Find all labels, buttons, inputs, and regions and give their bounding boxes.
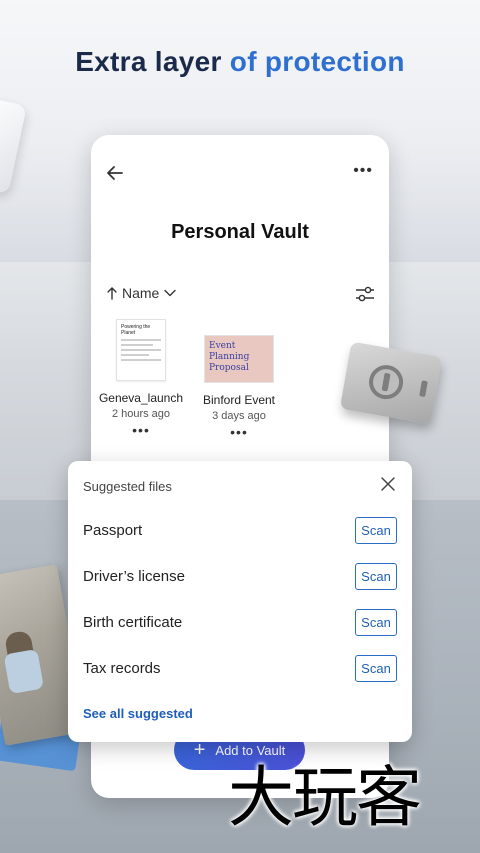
thumbnail-line	[121, 359, 161, 361]
sort-control[interactable]: Name	[107, 285, 177, 301]
plus-icon: +	[193, 739, 206, 761]
suggested-row-passport: Passport Scan	[83, 516, 397, 544]
safe-dial-bar	[381, 372, 391, 392]
scan-button[interactable]: Scan	[355, 654, 397, 682]
file-item[interactable]: Powering the Planet Geneva_launch 2 hour…	[91, 319, 191, 438]
headline: Extra layer of protection	[0, 46, 480, 78]
thumbnail-line	[121, 349, 161, 351]
page-title: Personal Vault	[171, 221, 309, 243]
headline-part2: of protection	[229, 46, 405, 77]
sort-label: Name	[122, 285, 160, 301]
file-time: 3 days ago	[212, 410, 266, 422]
filter-icon[interactable]	[355, 285, 375, 303]
thumbnail-line	[121, 354, 149, 356]
back-arrow-icon[interactable]	[105, 163, 125, 183]
panel-title: Suggested files	[83, 479, 172, 494]
thumbnail-line	[121, 339, 161, 341]
watermark: 大玩客	[228, 759, 422, 836]
safe-dial	[366, 362, 406, 402]
photo-shirt	[3, 648, 44, 695]
file-time: 2 hours ago	[111, 408, 171, 420]
suggested-label: Driver’s license	[83, 567, 185, 585]
scan-button[interactable]: Scan	[355, 516, 397, 544]
suggested-row-tax-records: Tax records Scan	[83, 654, 397, 682]
close-icon[interactable]	[380, 476, 396, 492]
file-more-icon[interactable]: •••	[91, 422, 191, 438]
document-thumbnail: Powering the Planet	[116, 319, 166, 381]
add-to-vault-label: Add to Vault	[215, 742, 286, 758]
sort-arrow-icon	[107, 287, 117, 300]
suggested-label: Tax records	[83, 659, 161, 677]
suggested-row-drivers-license: Driver’s license Scan	[83, 562, 397, 590]
suggested-label: Passport	[83, 521, 143, 539]
file-name: Binford Event	[202, 393, 276, 407]
thumbnail-title: Powering the Planet	[121, 324, 151, 336]
thumbnail-line	[121, 344, 153, 346]
scan-button[interactable]: Scan	[355, 562, 397, 590]
safe-handle	[419, 380, 428, 398]
more-options-icon[interactable]: •••	[353, 163, 373, 179]
scan-button[interactable]: Scan	[355, 608, 397, 636]
image-thumbnail: Event Planning Proposal	[204, 335, 274, 383]
file-more-icon[interactable]: •••	[189, 424, 289, 440]
file-item[interactable]: Event Planning Proposal Binford Event 3 …	[189, 319, 289, 440]
suggested-label: Birth certificate	[83, 613, 183, 631]
decorative-cube	[0, 95, 27, 195]
thumbnail-title: Event Planning Proposal	[209, 341, 250, 373]
headline-part1: Extra layer	[75, 46, 222, 77]
suggested-files-panel: Suggested files Passport Scan Driver’s l…	[68, 461, 412, 742]
suggested-row-birth-certificate: Birth certificate Scan	[83, 608, 397, 636]
see-all-suggested-link[interactable]: See all suggested	[83, 706, 193, 721]
file-name: Geneva_launch	[98, 391, 184, 405]
chevron-down-icon	[164, 289, 177, 297]
